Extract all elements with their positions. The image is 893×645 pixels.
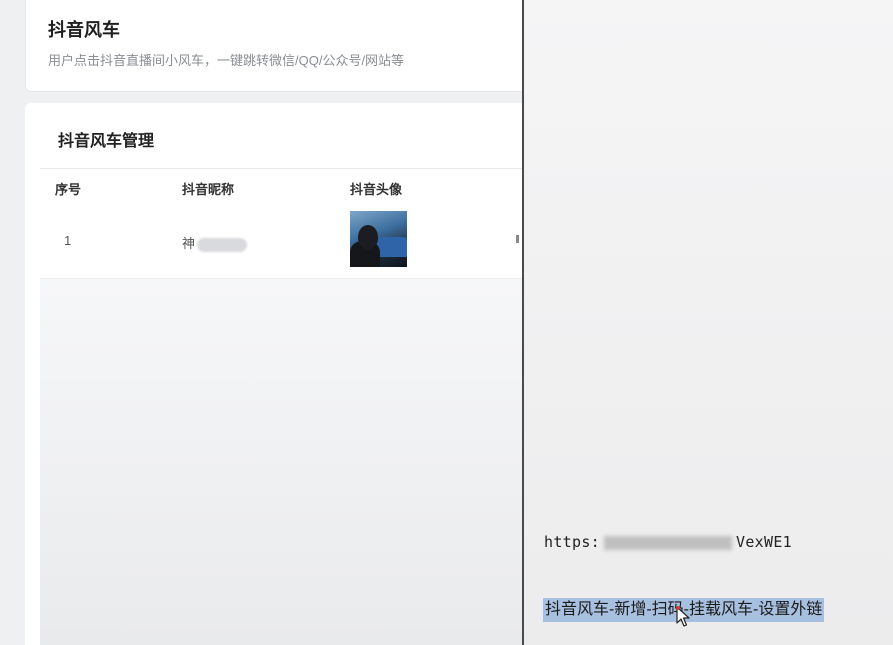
- link-url[interactable]: https: VexWE1: [544, 533, 792, 551]
- cut-off-column-marker: [516, 235, 519, 243]
- table-row[interactable]: 1 神: [40, 205, 522, 279]
- row-index: 1: [64, 233, 72, 248]
- avatar-person-head: [358, 225, 378, 249]
- url-end: VexWE1: [736, 533, 792, 551]
- column-header-nickname: 抖音昵称: [182, 182, 235, 197]
- header-card: 抖音风车 用户点击抖音直播间小风车，一键跳转微信/QQ/公众号/网站等: [25, 0, 523, 92]
- avatar: [350, 211, 407, 267]
- nickname-text: 神: [182, 236, 196, 251]
- panel-title: 抖音风车管理: [58, 133, 155, 150]
- table-empty-area: [40, 279, 522, 645]
- redaction-blur: [197, 237, 248, 252]
- table-header: 序号 抖音昵称 抖音头像: [40, 168, 522, 206]
- notes-panel: https: VexWE1 抖音风车-新增-扫码-挂载风车-设置外链: [522, 0, 893, 645]
- page-title: 抖音风车: [48, 20, 120, 40]
- url-start: https:: [544, 533, 600, 551]
- avatar-car: [376, 237, 407, 257]
- mouse-pointer-icon: [676, 606, 690, 627]
- page-description: 用户点击抖音直播间小风车，一键跳转微信/QQ/公众号/网站等: [48, 53, 405, 68]
- url-redaction: [604, 535, 732, 550]
- management-card: 抖音风车管理 序号 抖音昵称 抖音头像 1 神: [25, 103, 522, 645]
- column-header-index: 序号: [55, 182, 82, 197]
- column-header-avatar: 抖音头像: [350, 182, 403, 197]
- row-nickname: 神: [182, 233, 248, 252]
- admin-page: 抖音风车 用户点击抖音直播间小风车，一键跳转微信/QQ/公众号/网站等 抖音风车…: [0, 0, 523, 645]
